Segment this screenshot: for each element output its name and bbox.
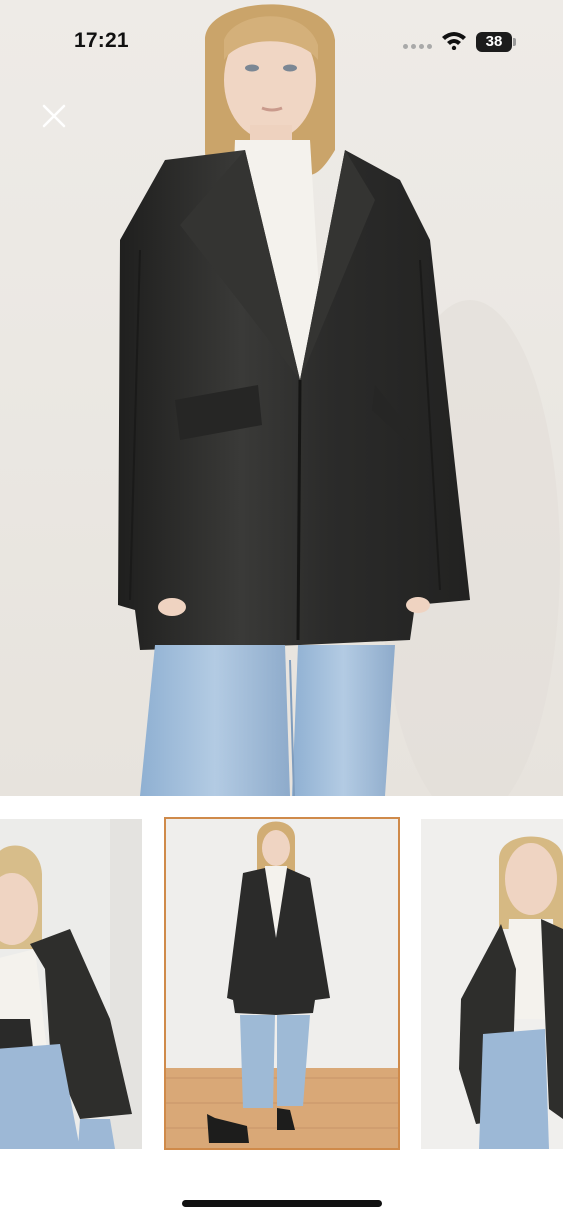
thumbnail-0[interactable] — [0, 819, 142, 1149]
thumbnail-2[interactable] — [421, 819, 563, 1149]
close-icon — [42, 104, 66, 128]
thumbnail-strip — [0, 796, 563, 1168]
thumbnail-image — [421, 819, 563, 1149]
model-illustration — [118, 4, 560, 796]
thumbnail-image — [0, 819, 142, 1149]
battery-indicator: 38 — [476, 32, 512, 52]
status-bar: 17:21 38 — [0, 0, 563, 84]
battery-cap — [513, 38, 516, 46]
home-indicator[interactable] — [182, 1200, 382, 1207]
thumbnail-image — [165, 818, 399, 1149]
close-button[interactable] — [38, 100, 70, 132]
main-product-image[interactable] — [0, 0, 563, 796]
status-time: 17:21 — [74, 29, 129, 52]
cellular-signal-icon — [403, 44, 432, 49]
wifi-icon — [442, 32, 466, 50]
thumbnail-1-selected[interactable] — [164, 817, 400, 1150]
